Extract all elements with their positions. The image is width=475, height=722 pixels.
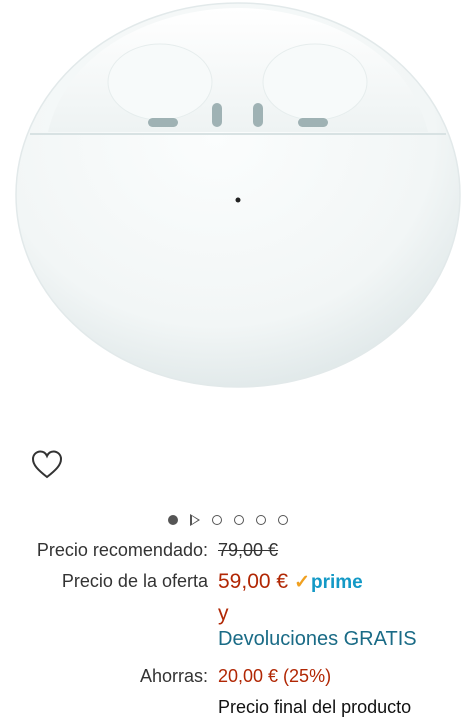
carousel-dot-1[interactable] (168, 515, 178, 525)
case-lid (48, 8, 428, 132)
list-price-value: 79,00 € (218, 540, 279, 560)
earbud-accent-3 (253, 103, 263, 127)
carousel-dot-6[interactable] (278, 515, 288, 525)
prime-label: prime (311, 572, 363, 593)
prime-badge: ✓prime (294, 572, 363, 593)
heart-outline-icon (31, 450, 63, 479)
earbud-accent-1 (148, 118, 178, 127)
carousel-video-icon[interactable] (190, 514, 200, 526)
savings-label: Ahorras: (139, 666, 208, 686)
wishlist-button[interactable] (30, 448, 64, 482)
final-price-text: Precio final del producto (218, 697, 412, 717)
free-returns-link[interactable]: Devoluciones GRATIS (218, 628, 417, 651)
carousel-dot-5[interactable] (256, 515, 266, 525)
earbud-bump-right (262, 43, 368, 121)
case-led (235, 197, 241, 203)
offer-price-label: Precio de la oferta (61, 571, 208, 591)
list-price-label: Precio recomendado: (36, 540, 208, 560)
offer-price-group: 59,00 € ✓prime (218, 570, 363, 594)
carousel-dot-4[interactable] (234, 515, 244, 525)
earbud-bump-left (107, 43, 213, 121)
product-image[interactable] (0, 0, 475, 420)
earbud-accent-2 (212, 103, 222, 127)
savings-value: 20,00 € (25%) (218, 666, 332, 686)
prime-check-icon: ✓ (294, 572, 310, 593)
carousel-dot-3[interactable] (212, 515, 222, 525)
and-text: y (218, 602, 229, 625)
earbud-accent-4 (298, 118, 328, 127)
carousel-indicators (168, 512, 288, 528)
offer-price-value: 59,00 € (218, 570, 289, 593)
